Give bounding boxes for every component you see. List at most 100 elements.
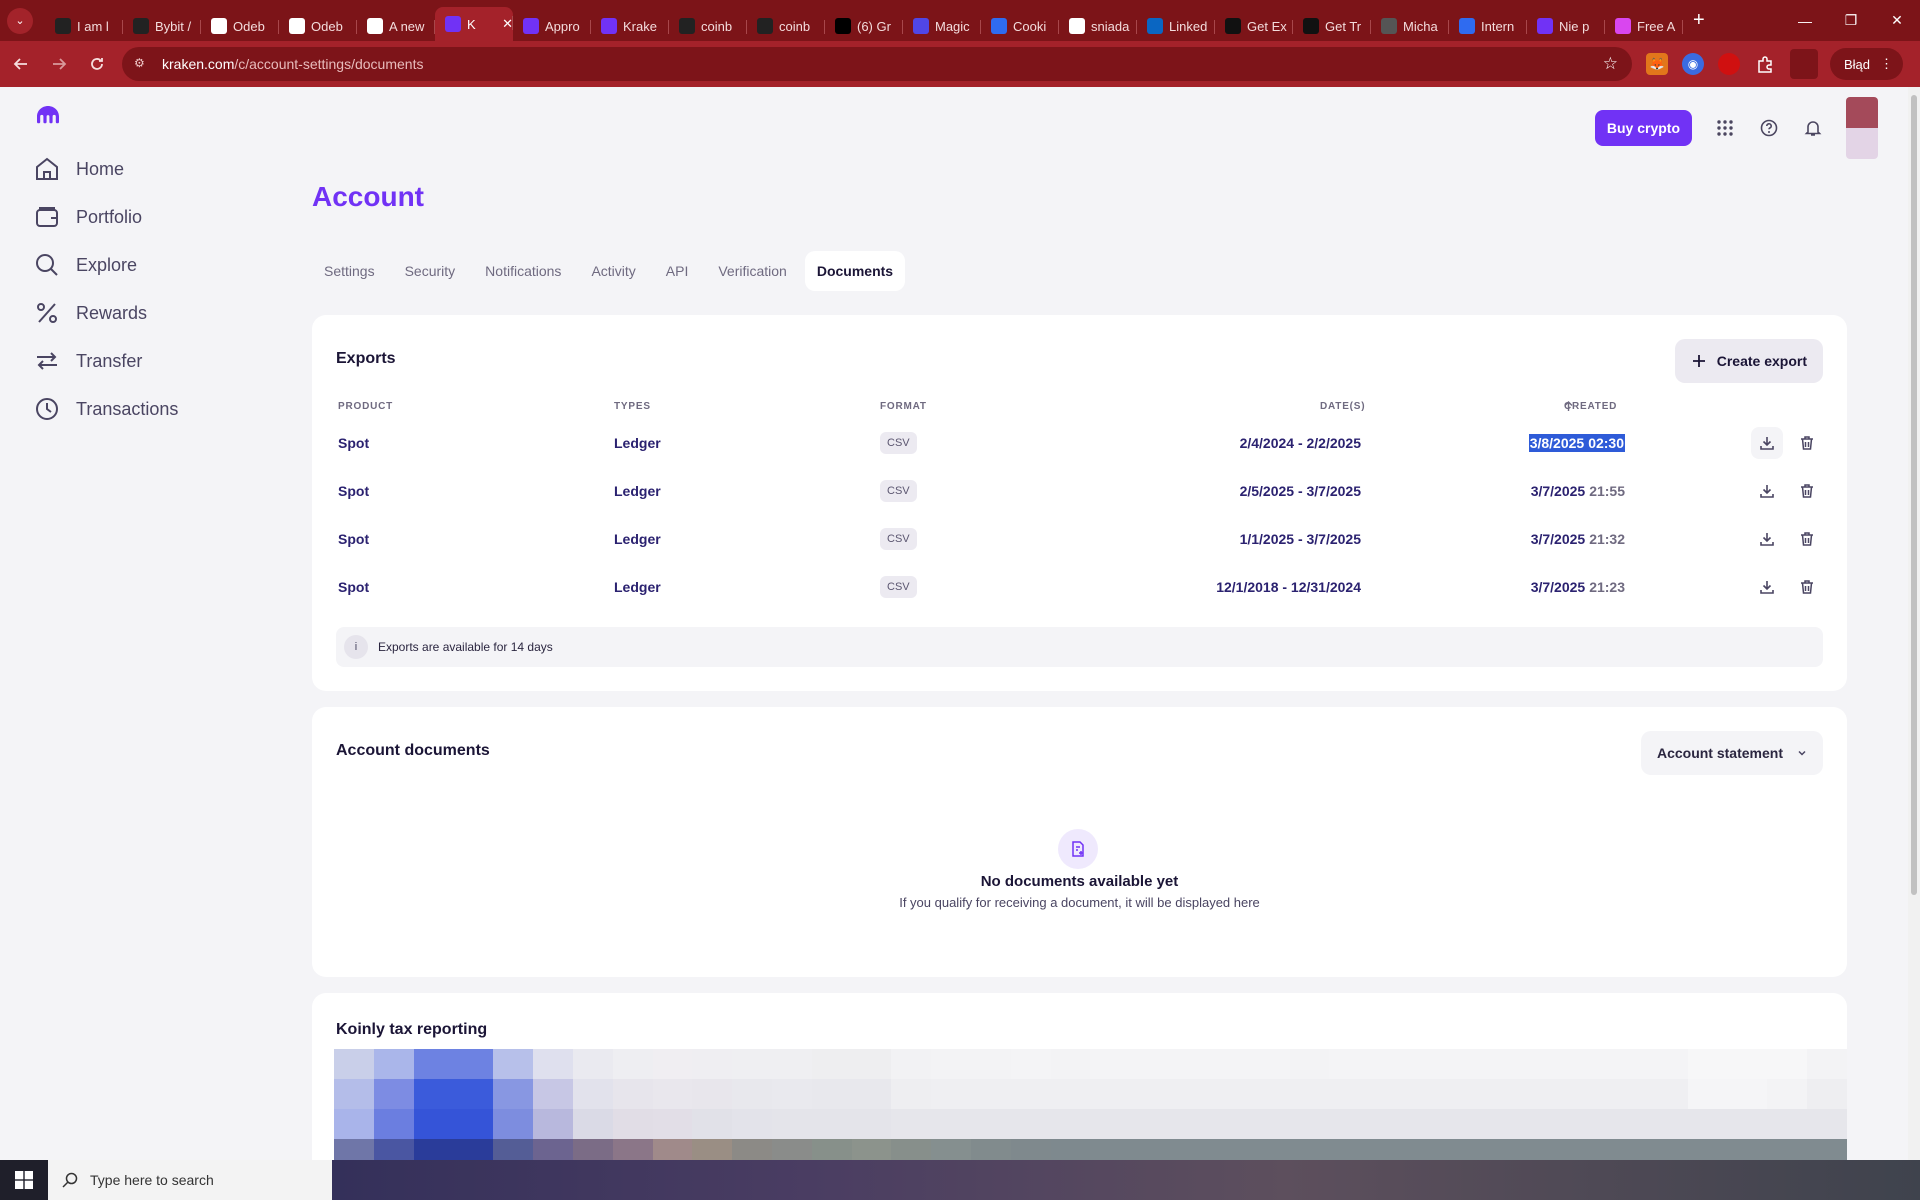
pixel-block xyxy=(971,1109,1011,1139)
browser-tab[interactable]: coinb xyxy=(669,11,747,41)
tab-notifications[interactable]: Notifications xyxy=(473,251,573,291)
tab-documents[interactable]: Documents xyxy=(804,251,906,291)
pixel-block xyxy=(971,1049,1011,1079)
browser-tab[interactable]: Bybit / xyxy=(123,11,201,41)
dates-cell: 12/1/2018 - 12/31/2024 xyxy=(1216,579,1361,595)
pixel-block xyxy=(931,1049,972,1079)
minimize-icon[interactable]: — xyxy=(1782,0,1828,41)
apps-grid-icon[interactable] xyxy=(1714,117,1736,139)
exports-card: Exports Create export PRODUCT TYPES FORM… xyxy=(312,315,1847,691)
back-arrow-icon xyxy=(13,58,27,70)
forward-button[interactable] xyxy=(42,47,76,81)
download-icon[interactable] xyxy=(1751,523,1783,555)
extensions-puzzle-icon[interactable] xyxy=(1754,53,1776,75)
scrollbar-thumb[interactable] xyxy=(1911,95,1917,895)
tab-settings[interactable]: Settings xyxy=(312,251,387,291)
browser-tab-title: Odeb xyxy=(311,18,343,34)
browser-error-button[interactable]: Błąd ⋮ xyxy=(1830,48,1904,80)
site-info-icon[interactable]: ⚙ xyxy=(134,56,150,72)
pixel-block xyxy=(1409,1109,1449,1139)
column-header-created[interactable]: CREATED xyxy=(1564,401,1616,412)
created-date: 3/7/2025 xyxy=(1530,483,1586,499)
notifications-bell-icon[interactable] xyxy=(1802,117,1824,139)
restore-icon[interactable]: ❐ xyxy=(1828,0,1874,41)
percent-icon xyxy=(37,303,57,323)
sidebar-item-explore[interactable]: Explore xyxy=(34,241,274,289)
column-header-types[interactable]: TYPES xyxy=(614,401,651,412)
close-window-icon[interactable]: ✕ xyxy=(1874,0,1920,41)
browser-tab[interactable]: K ✕ xyxy=(435,7,513,41)
browser-tab[interactable]: Odeb xyxy=(279,11,357,41)
pixel-block xyxy=(1488,1109,1529,1139)
tab-security[interactable]: Security xyxy=(393,251,468,291)
pixel-block xyxy=(1568,1079,1609,1109)
user-avatar[interactable] xyxy=(1846,97,1878,159)
back-button[interactable] xyxy=(4,47,38,81)
sidebar-item-transfer[interactable]: Transfer xyxy=(34,337,274,385)
tab-activity[interactable]: Activity xyxy=(579,251,647,291)
column-header-dates[interactable]: DATE(S) xyxy=(1320,401,1365,412)
document-type-dropdown[interactable]: Account statement xyxy=(1640,731,1823,775)
pixel-block xyxy=(493,1109,534,1139)
download-icon[interactable] xyxy=(1751,427,1783,459)
browser-tab[interactable]: Odeb xyxy=(201,11,279,41)
home-icon xyxy=(36,157,58,180)
help-icon[interactable] xyxy=(1758,117,1780,139)
browser-tab[interactable]: coinb xyxy=(747,11,825,41)
product-cell: Spot xyxy=(338,435,370,451)
extension-icon[interactable]: ◉ xyxy=(1682,53,1704,75)
sidebar-item-rewards[interactable]: Rewards xyxy=(34,289,274,337)
windows-start-icon[interactable] xyxy=(0,1160,48,1200)
address-bar[interactable]: ⚙ kraken.com/c/account-settings/document… xyxy=(122,47,1632,81)
sidebar-item-home[interactable]: Home xyxy=(34,145,274,193)
browser-tab[interactable]: Cooki xyxy=(981,11,1059,41)
delete-trash-icon[interactable] xyxy=(1791,523,1823,555)
browser-tab[interactable]: Micha xyxy=(1371,11,1449,41)
sidebar-item-transactions[interactable]: Transactions xyxy=(34,385,274,433)
bookmark-star-icon[interactable]: ☆ xyxy=(1603,54,1618,74)
buy-crypto-button[interactable]: Buy crypto xyxy=(1594,110,1692,146)
browser-tab[interactable]: (6) Gr xyxy=(825,11,903,41)
page-scrollbar[interactable] xyxy=(1908,87,1920,1160)
sidebar-item-portfolio[interactable]: Portfolio xyxy=(34,193,274,241)
download-icon[interactable] xyxy=(1751,571,1783,603)
pixel-block xyxy=(692,1109,733,1139)
pixel-block xyxy=(533,1139,573,1160)
tab-verification[interactable]: Verification xyxy=(706,251,798,291)
x-icon xyxy=(835,18,851,34)
wallet-icon xyxy=(36,207,58,227)
metamask-extension-icon[interactable]: 🦊 xyxy=(1646,53,1668,75)
browser-tab[interactable]: Nie p xyxy=(1527,11,1605,41)
format-badge: CSV xyxy=(880,480,917,502)
delete-trash-icon[interactable] xyxy=(1791,427,1823,459)
extension-red-icon[interactable] xyxy=(1718,53,1740,75)
download-icon[interactable] xyxy=(1751,475,1783,507)
delete-trash-icon[interactable] xyxy=(1791,571,1823,603)
browser-tab[interactable]: I am l xyxy=(45,11,123,41)
close-tab-icon[interactable]: ✕ xyxy=(502,16,513,32)
reload-button[interactable] xyxy=(80,47,114,81)
pixel-block xyxy=(1329,1109,1370,1139)
taskbar-search-input[interactable]: Type here to search xyxy=(48,1160,332,1200)
delete-trash-icon[interactable] xyxy=(1791,475,1823,507)
column-header-product[interactable]: PRODUCT xyxy=(338,401,393,412)
browser-tab[interactable]: Intern xyxy=(1449,11,1527,41)
browser-tab[interactable]: Linked xyxy=(1137,11,1215,41)
create-export-button[interactable]: Create export xyxy=(1674,339,1823,383)
tab-search-button[interactable]: ⌄ xyxy=(7,7,33,34)
browser-tab[interactable]: Get Tr xyxy=(1293,11,1371,41)
browser-tab[interactable]: Free A xyxy=(1605,11,1683,41)
tab-api[interactable]: API xyxy=(654,251,701,291)
column-header-format[interactable]: FORMAT xyxy=(880,401,927,412)
kraken-logo-icon[interactable] xyxy=(36,105,60,125)
browser-tab[interactable]: Get Ex xyxy=(1215,11,1293,41)
gmail-icon xyxy=(211,18,227,34)
browser-tab[interactable]: Magic xyxy=(903,11,981,41)
browser-tab[interactable]: sniada xyxy=(1059,11,1137,41)
browser-tab[interactable]: Krake xyxy=(591,11,669,41)
browser-tab[interactable]: A new xyxy=(357,11,435,41)
browser-tab[interactable]: Appro xyxy=(513,11,591,41)
new-tab-button[interactable]: + xyxy=(1693,9,1705,32)
table-row: Spot Ledger CSV 1/1/2025 - 3/7/2025 3/7/2025… xyxy=(336,515,1823,563)
profile-avatar[interactable] xyxy=(1790,49,1818,79)
